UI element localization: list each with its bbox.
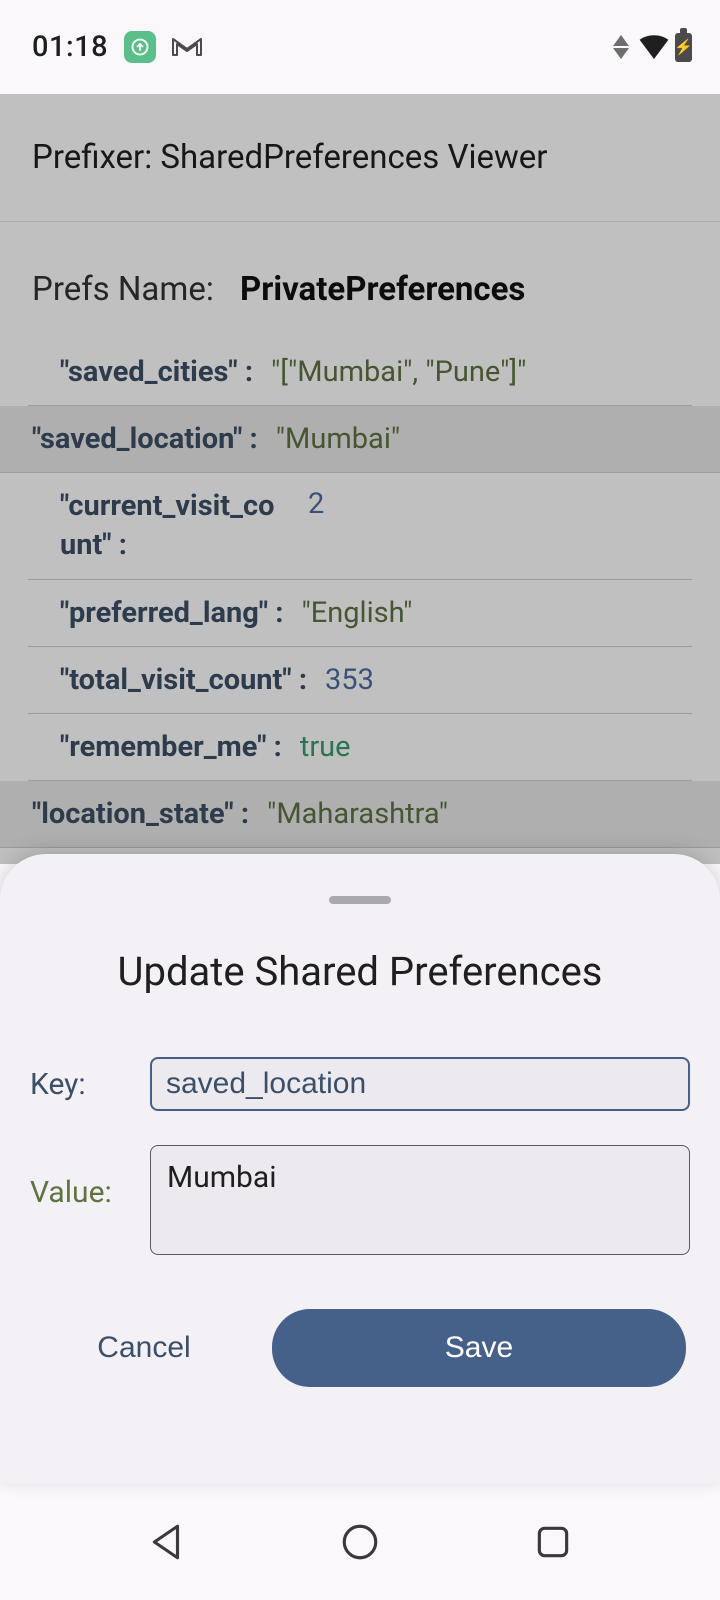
pref-key: "saved_location" :	[32, 422, 258, 456]
pref-row[interactable]: "location_state" : "Maharashtra"	[0, 781, 720, 848]
save-button[interactable]: Save	[272, 1309, 686, 1387]
pref-key: "total_visit_count" :	[60, 663, 307, 697]
home-button[interactable]	[339, 1521, 381, 1563]
pref-key: "preferred_lang" :	[60, 596, 283, 630]
app-header: Prefixer: SharedPreferences Viewer	[0, 94, 720, 222]
key-input[interactable]	[150, 1057, 690, 1111]
prefs-value: PrivatePreferences	[240, 270, 525, 309]
pref-value: "English"	[301, 596, 412, 630]
key-label: Key:	[30, 1067, 124, 1102]
app-title: Prefixer: SharedPreferences Viewer	[32, 138, 547, 177]
pref-key: "remember_me" :	[60, 730, 282, 764]
pref-row-selected[interactable]: "saved_location" : "Mumbai"	[0, 406, 720, 473]
cancel-button[interactable]: Cancel	[34, 1309, 254, 1387]
system-nav-bar	[0, 1484, 720, 1600]
pref-row[interactable]: "saved_cities" : "["Mumbai", "Pune"]"	[28, 339, 692, 406]
pref-value: true	[300, 730, 351, 764]
background-scrim: Prefixer: SharedPreferences Viewer Prefs…	[0, 94, 720, 864]
value-label: Value:	[30, 1145, 124, 1210]
sheet-title: Update Shared Preferences	[30, 948, 690, 995]
pref-value: 353	[325, 663, 374, 697]
upload-notif-icon	[124, 31, 156, 63]
pref-row[interactable]: "current_visit_count" : 2	[28, 473, 692, 580]
status-time: 01:18	[32, 30, 108, 64]
prefs-name-row: Prefs Name: PrivatePreferences	[0, 222, 720, 339]
pref-key: "location_state" :	[32, 797, 249, 831]
pref-row[interactable]: "total_visit_count" : 353	[28, 647, 692, 714]
pref-row[interactable]: "preferred_lang" : "English"	[28, 580, 692, 647]
wifi-icon	[639, 35, 669, 59]
pref-value: 2	[308, 487, 324, 521]
pref-value: "Mumbai"	[276, 422, 400, 456]
pref-key: "saved_cities" :	[60, 355, 253, 389]
battery-charging-icon: ⚡	[675, 33, 692, 62]
update-prefs-sheet: Update Shared Preferences Key: Value: Ca…	[0, 854, 720, 1484]
pref-value: "Maharashtra"	[267, 797, 448, 831]
back-button[interactable]	[146, 1521, 188, 1563]
pref-value: "["Mumbai", "Pune"]"	[271, 355, 526, 389]
status-bar: 01:18 ⚡	[0, 0, 720, 94]
prefs-label: Prefs Name:	[32, 270, 214, 309]
pref-row[interactable]: "remember_me" : true	[28, 714, 692, 781]
value-input[interactable]	[150, 1145, 690, 1255]
gmail-icon	[172, 36, 202, 58]
sheet-drag-handle[interactable]	[329, 896, 391, 904]
pref-key: "current_visit_count" :	[60, 487, 290, 565]
recents-button[interactable]	[532, 1521, 574, 1563]
data-updown-icon	[613, 35, 629, 59]
